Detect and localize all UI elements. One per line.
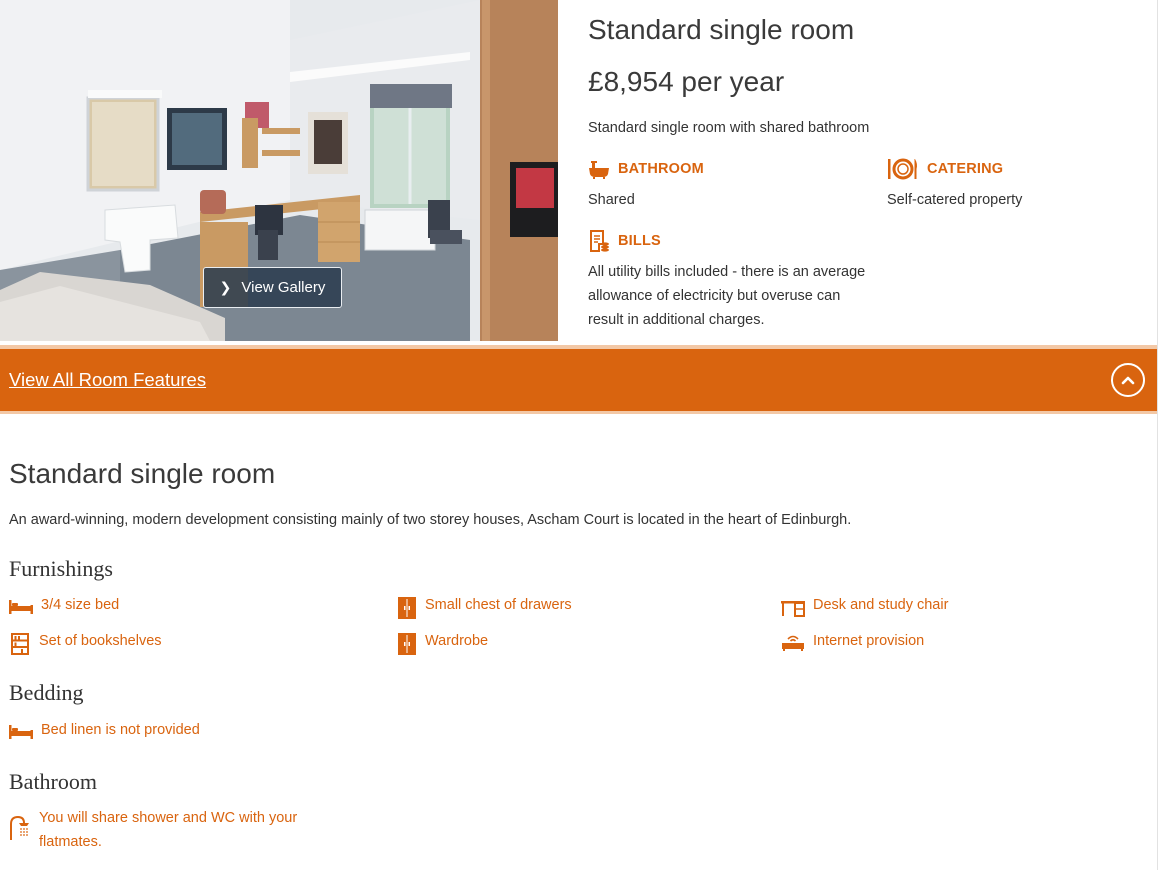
plate-cutlery-icon [888,158,917,180]
feature-item: Small chest of drawers [397,597,572,619]
feature-label: Internet provision [813,633,925,649]
furnishings-heading: Furnishings [9,556,113,581]
bathroom-label: BATHROOM [618,161,704,177]
feature-item: Internet provision [781,633,924,651]
shower-icon [10,815,29,840]
bed-icon [9,725,33,739]
feature-item: 3/4 size bed [9,597,119,615]
details-description: An award-winning, modern development con… [9,512,852,528]
bills-attribute: BILLS All utility bills included - there… [588,230,868,332]
feature-label: Small chest of drawers [425,597,572,613]
details-title: Standard single room [9,458,276,489]
bathroom-attribute: BATHROOM Shared [588,158,848,212]
chevron-up-icon [1121,376,1135,385]
bathroom-value: Shared [588,192,635,208]
feature-item: Set of bookshelves [9,633,162,655]
feature-item: Bed linen is not provided [9,722,200,740]
bathroom-heading: Bathroom [9,769,97,794]
room-title: Standard single room [588,14,855,45]
feature-item: Wardrobe [397,633,488,655]
bed-icon [9,600,33,614]
feature-label: Desk and study chair [813,597,949,613]
desk-icon [781,601,805,617]
wardrobe-icon [398,633,416,655]
feature-item: Desk and study chair [781,597,948,617]
bookshelf-icon [11,633,29,655]
collapse-features-button[interactable] [1111,363,1145,397]
room-short-description: Standard single room with shared bathroo… [588,120,870,136]
view-gallery-label: View Gallery [241,279,326,296]
feature-label: 3/4 size bed [41,597,120,613]
divider [0,411,1158,414]
bills-value: All utility bills included - there is an… [588,264,866,328]
feature-label: Bed linen is not provided [41,722,200,738]
feature-label: Wardrobe [425,633,489,649]
bill-icon [590,230,609,252]
catering-value: Self-catered property [887,192,1023,208]
feature-label: You will share shower and WC with your f… [39,810,298,850]
view-gallery-button[interactable]: ❯ View Gallery [203,267,342,308]
catering-attribute: CATERING Self-catered property [887,158,1147,212]
feature-label: Set of bookshelves [39,633,162,649]
router-icon [782,635,804,651]
room-photo[interactable]: ❯ View Gallery [0,0,558,341]
room-price: £8,954 per year [588,66,785,97]
bedding-heading: Bedding [9,680,84,705]
catering-label: CATERING [927,161,1004,177]
room-summary: ❯ View Gallery Standard single room £8,9… [0,0,1158,346]
view-all-room-features-link[interactable]: View All Room Features [9,369,206,391]
bills-label: BILLS [618,233,661,249]
room-features-bar: View All Room Features [0,349,1158,411]
feature-item: You will share shower and WC with your f… [9,806,319,854]
bath-icon [589,161,609,179]
chevron-right-icon: ❯ [219,279,232,295]
drawers-icon [398,597,416,619]
